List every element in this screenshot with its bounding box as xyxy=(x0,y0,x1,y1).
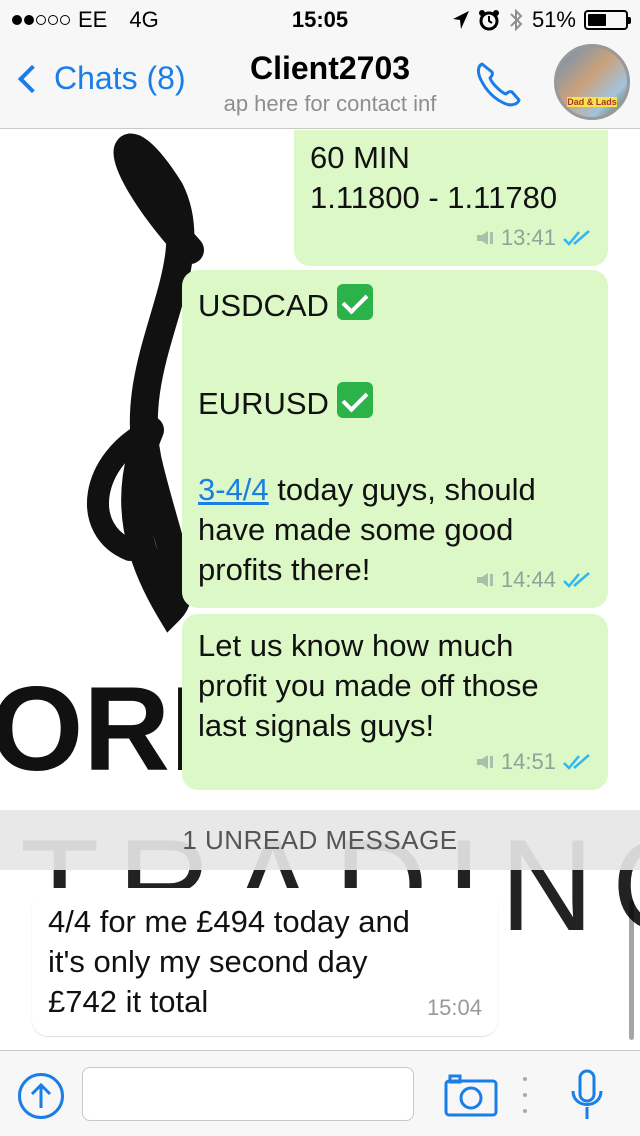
avatar[interactable]: Dad & Lads xyxy=(554,44,630,120)
chat-area[interactable]: ORI TRADING CALL / OP 60 MIN 1.11800 - 1… xyxy=(0,130,640,1050)
message-line: 60 MIN xyxy=(310,140,410,175)
avatar-caption: Dad & Lads xyxy=(567,97,617,107)
message-line: 3-4/4 today guys, should xyxy=(198,472,536,507)
battery-percent: 51% xyxy=(531,7,576,32)
status-left: EE 4G xyxy=(12,7,159,33)
message-time: 14:44 xyxy=(500,567,556,592)
location-icon xyxy=(452,11,469,29)
bluetooth-icon xyxy=(510,8,523,32)
wallpaper-text-top: ORI xyxy=(0,662,203,796)
battery-icon xyxy=(584,10,631,30)
double-check-icon xyxy=(563,754,590,770)
network-label: 4G xyxy=(129,7,159,32)
message-line: 1.11800 - 1.11780 xyxy=(310,180,558,215)
contact-name: Client2703 xyxy=(249,50,411,86)
checkmark-icon xyxy=(336,284,373,320)
contact-info[interactable]: Client2703 ap here for contact inf xyxy=(200,50,460,117)
message-meta: 14:51 xyxy=(475,742,592,782)
message-line: have made some good xyxy=(198,512,514,547)
message-time: 13:41 xyxy=(500,225,556,250)
back-button[interactable]: Chats (8) xyxy=(16,60,186,97)
carrier-label: EE xyxy=(78,7,108,32)
input-bar xyxy=(0,1050,640,1136)
separator-dots xyxy=(522,1077,528,1113)
message-link[interactable]: 3-4/4 xyxy=(198,472,269,507)
message-bubble-outgoing[interactable]: USDCAD EURUSD 3-4/4 today guys, should h… xyxy=(182,270,608,608)
message-line: 4/4 for me £494 today and xyxy=(48,904,410,939)
double-check-icon xyxy=(563,230,590,246)
unread-banner: 1 UNREAD MESSAGE xyxy=(0,810,640,870)
scrollbar[interactable] xyxy=(629,900,634,1040)
status-bar: EE 4G 15:05 51% xyxy=(0,0,640,40)
message-bubble-outgoing[interactable]: Let us know how much profit you made off… xyxy=(182,614,608,790)
message-line: £742 it total xyxy=(48,984,209,1019)
signal-strength-icon xyxy=(12,15,70,25)
message-time: 14:51 xyxy=(500,749,556,774)
speaker-icon xyxy=(476,573,493,587)
back-label: Chats (8) xyxy=(54,60,186,96)
alarm-icon xyxy=(478,10,499,31)
message-meta: 13:41 xyxy=(475,218,592,258)
message-line: USDCAD xyxy=(198,284,592,326)
back-chevron-icon xyxy=(17,64,47,93)
speaker-icon xyxy=(476,231,493,245)
chat-header: Chats (8) Client2703 ap here for contact… xyxy=(0,40,640,129)
message-meta: 15:04 xyxy=(427,988,482,1028)
message-line: CALL / OP xyxy=(310,130,592,138)
double-check-icon xyxy=(563,572,590,588)
message-line: EURUSD xyxy=(198,382,592,424)
message-input[interactable] xyxy=(82,1067,414,1121)
message-bubble-outgoing[interactable]: CALL / OP 60 MIN 1.11800 - 1.11780 13:41 xyxy=(294,130,608,266)
message-line: last signals guys! xyxy=(198,708,435,743)
phone-icon[interactable] xyxy=(472,56,526,110)
message-bubble-incoming[interactable]: 4/4 for me £494 today and it's only my s… xyxy=(32,888,498,1036)
message-line: Let us know how much xyxy=(198,628,514,663)
contact-subtitle: ap here for contact inf xyxy=(223,91,437,116)
status-right: 51% xyxy=(452,7,631,33)
checkmark-icon xyxy=(336,382,373,418)
camera-icon[interactable] xyxy=(444,1073,498,1117)
message-line: profit you made off those xyxy=(198,668,539,703)
speaker-icon xyxy=(476,755,493,769)
message-meta: 14:44 xyxy=(475,560,592,600)
upload-arrow-icon[interactable] xyxy=(18,1073,64,1119)
microphone-icon[interactable] xyxy=(570,1069,604,1121)
message-time: 15:04 xyxy=(426,995,482,1020)
message-line: it's only my second day xyxy=(48,944,368,979)
